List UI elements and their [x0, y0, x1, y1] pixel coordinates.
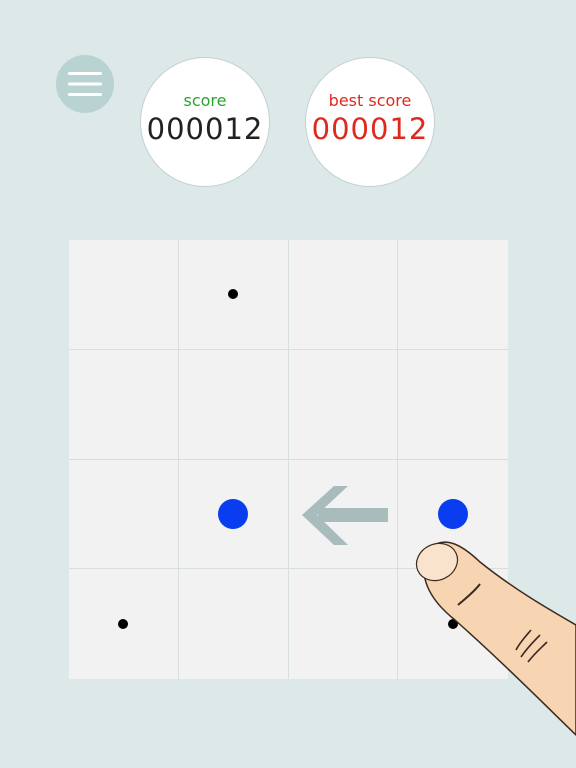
big-dot [438, 498, 469, 529]
board-cell[interactable] [398, 460, 508, 570]
menu-button[interactable] [56, 55, 114, 113]
big-dot [218, 498, 249, 529]
small-dot [228, 289, 239, 300]
board-cell[interactable] [178, 459, 289, 570]
board-cell[interactable] [179, 569, 289, 679]
board-cell[interactable] [69, 459, 179, 570]
board-cell[interactable] [69, 349, 179, 460]
small-dot [118, 619, 129, 630]
board-cell[interactable] [69, 569, 179, 679]
board-cell[interactable] [288, 240, 399, 350]
board-cell[interactable] [288, 459, 399, 570]
board-cell[interactable] [398, 240, 508, 350]
board-cell[interactable] [178, 240, 289, 350]
score-display: score 000012 [140, 57, 270, 187]
best-score-display: best score 000012 [305, 57, 435, 187]
score-value: 000012 [146, 112, 264, 146]
best-score-label: best score [328, 91, 412, 110]
best-score-value: 000012 [311, 112, 429, 146]
board-cell[interactable] [178, 349, 289, 460]
score-label: score [183, 91, 227, 110]
board-cell[interactable] [289, 569, 399, 679]
board-cell[interactable] [69, 240, 179, 350]
small-dot [448, 619, 459, 630]
board-cell[interactable] [398, 569, 508, 679]
game-board[interactable] [69, 240, 508, 679]
hamburger-icon [68, 72, 102, 96]
board-cell[interactable] [288, 349, 399, 460]
board-cell[interactable] [398, 350, 508, 460]
